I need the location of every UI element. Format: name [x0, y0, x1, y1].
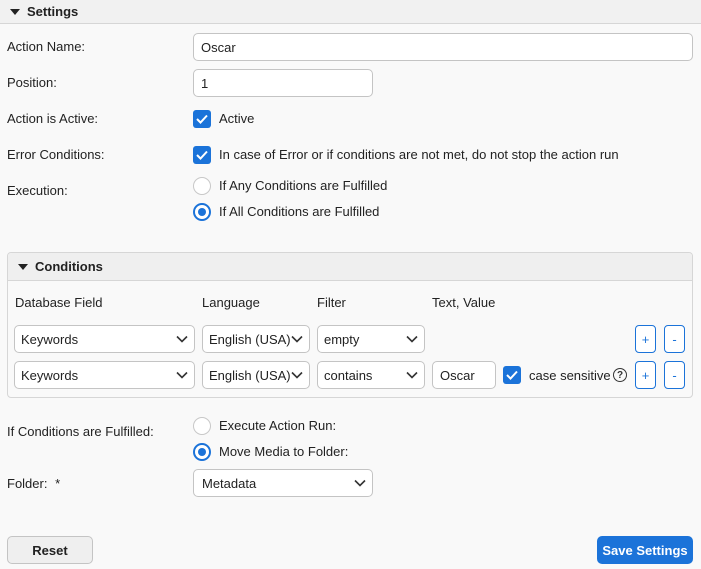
chevron-down-icon	[176, 371, 188, 379]
position-input[interactable]	[193, 69, 373, 97]
case-sensitive-label: case sensitive	[529, 368, 611, 383]
field-select-value: Keywords	[21, 367, 79, 383]
checkmark-icon	[196, 150, 208, 160]
condition-row-2-value-input[interactable]	[432, 361, 496, 389]
language-select-value: English (USA)	[209, 367, 291, 383]
collapse-triangle-icon	[10, 8, 20, 15]
action-name-label: Action Name:	[7, 39, 86, 54]
execution-all-radio[interactable]	[193, 203, 211, 221]
condition-row-1-field-select[interactable]: Keywords	[14, 325, 195, 353]
folder-select[interactable]: Metadata	[193, 469, 373, 497]
execution-any-radio[interactable]	[193, 177, 211, 195]
active-checkbox[interactable]	[193, 110, 211, 128]
execute-action-run-radio[interactable]	[193, 417, 211, 435]
condition-row-1-remove-button[interactable]: -	[664, 325, 685, 353]
filter-select-value: empty	[324, 331, 360, 347]
column-text-value: Text, Value	[432, 295, 496, 310]
execute-action-run-label: Execute Action Run:	[219, 418, 337, 433]
folder-label: Folder: *	[7, 476, 60, 491]
required-mark: *	[55, 476, 61, 491]
chevron-down-icon	[291, 335, 303, 343]
chevron-down-icon	[406, 371, 418, 379]
checkmark-icon	[506, 370, 518, 380]
error-conditions-checkbox[interactable]	[193, 146, 211, 164]
execution-label: Execution:	[7, 183, 68, 198]
case-sensitive-checkbox[interactable]	[503, 366, 521, 384]
condition-row-2-language-select[interactable]: English (USA)	[202, 361, 310, 389]
column-language: Language	[202, 295, 260, 310]
filter-select-value: contains	[324, 367, 373, 383]
execution-any-label: If Any Conditions are Fulfilled	[219, 178, 388, 193]
conditions-header[interactable]: Conditions	[8, 253, 692, 281]
help-question-icon[interactable]: ?	[613, 368, 627, 382]
column-filter: Filter	[317, 295, 346, 310]
chevron-down-icon	[176, 335, 188, 343]
settings-title: Settings	[27, 4, 79, 19]
save-settings-button[interactable]: Save Settings	[597, 536, 693, 564]
condition-row-2-filter-select[interactable]: contains	[317, 361, 425, 389]
move-media-to-folder-label: Move Media to Folder:	[219, 444, 349, 459]
chevron-down-icon	[354, 479, 366, 487]
action-name-input[interactable]	[193, 33, 693, 61]
condition-row-2-field-select[interactable]: Keywords	[14, 361, 195, 389]
folder-label-text: Folder:	[7, 476, 48, 491]
checkmark-icon	[196, 114, 208, 124]
language-select-value: English (USA)	[209, 331, 291, 347]
collapse-triangle-icon	[18, 263, 28, 270]
settings-section-header[interactable]: Settings	[0, 0, 701, 24]
position-label: Position:	[7, 75, 57, 90]
error-conditions-label: Error Conditions:	[7, 147, 105, 162]
condition-row-1-language-select[interactable]: English (USA)	[202, 325, 310, 353]
condition-row-1-filter-select[interactable]: empty	[317, 325, 425, 353]
active-checkbox-label: Active	[219, 111, 255, 126]
chevron-down-icon	[406, 335, 418, 343]
fulfilled-label: If Conditions are Fulfilled:	[7, 424, 154, 439]
condition-row-2-remove-button[interactable]: -	[664, 361, 685, 389]
conditions-title: Conditions	[35, 259, 103, 274]
field-select-value: Keywords	[21, 331, 79, 347]
action-active-label: Action is Active:	[7, 111, 99, 126]
column-database-field: Database Field	[15, 295, 103, 310]
reset-button[interactable]: Reset	[7, 536, 93, 564]
chevron-down-icon	[291, 371, 303, 379]
folder-select-value: Metadata	[202, 475, 257, 491]
condition-row-2-add-button[interactable]: +	[635, 361, 656, 389]
execution-all-label: If All Conditions are Fulfilled	[219, 204, 380, 219]
error-conditions-text: In case of Error or if conditions are no…	[219, 147, 619, 162]
move-media-to-folder-radio[interactable]	[193, 443, 211, 461]
condition-row-1-add-button[interactable]: +	[635, 325, 656, 353]
